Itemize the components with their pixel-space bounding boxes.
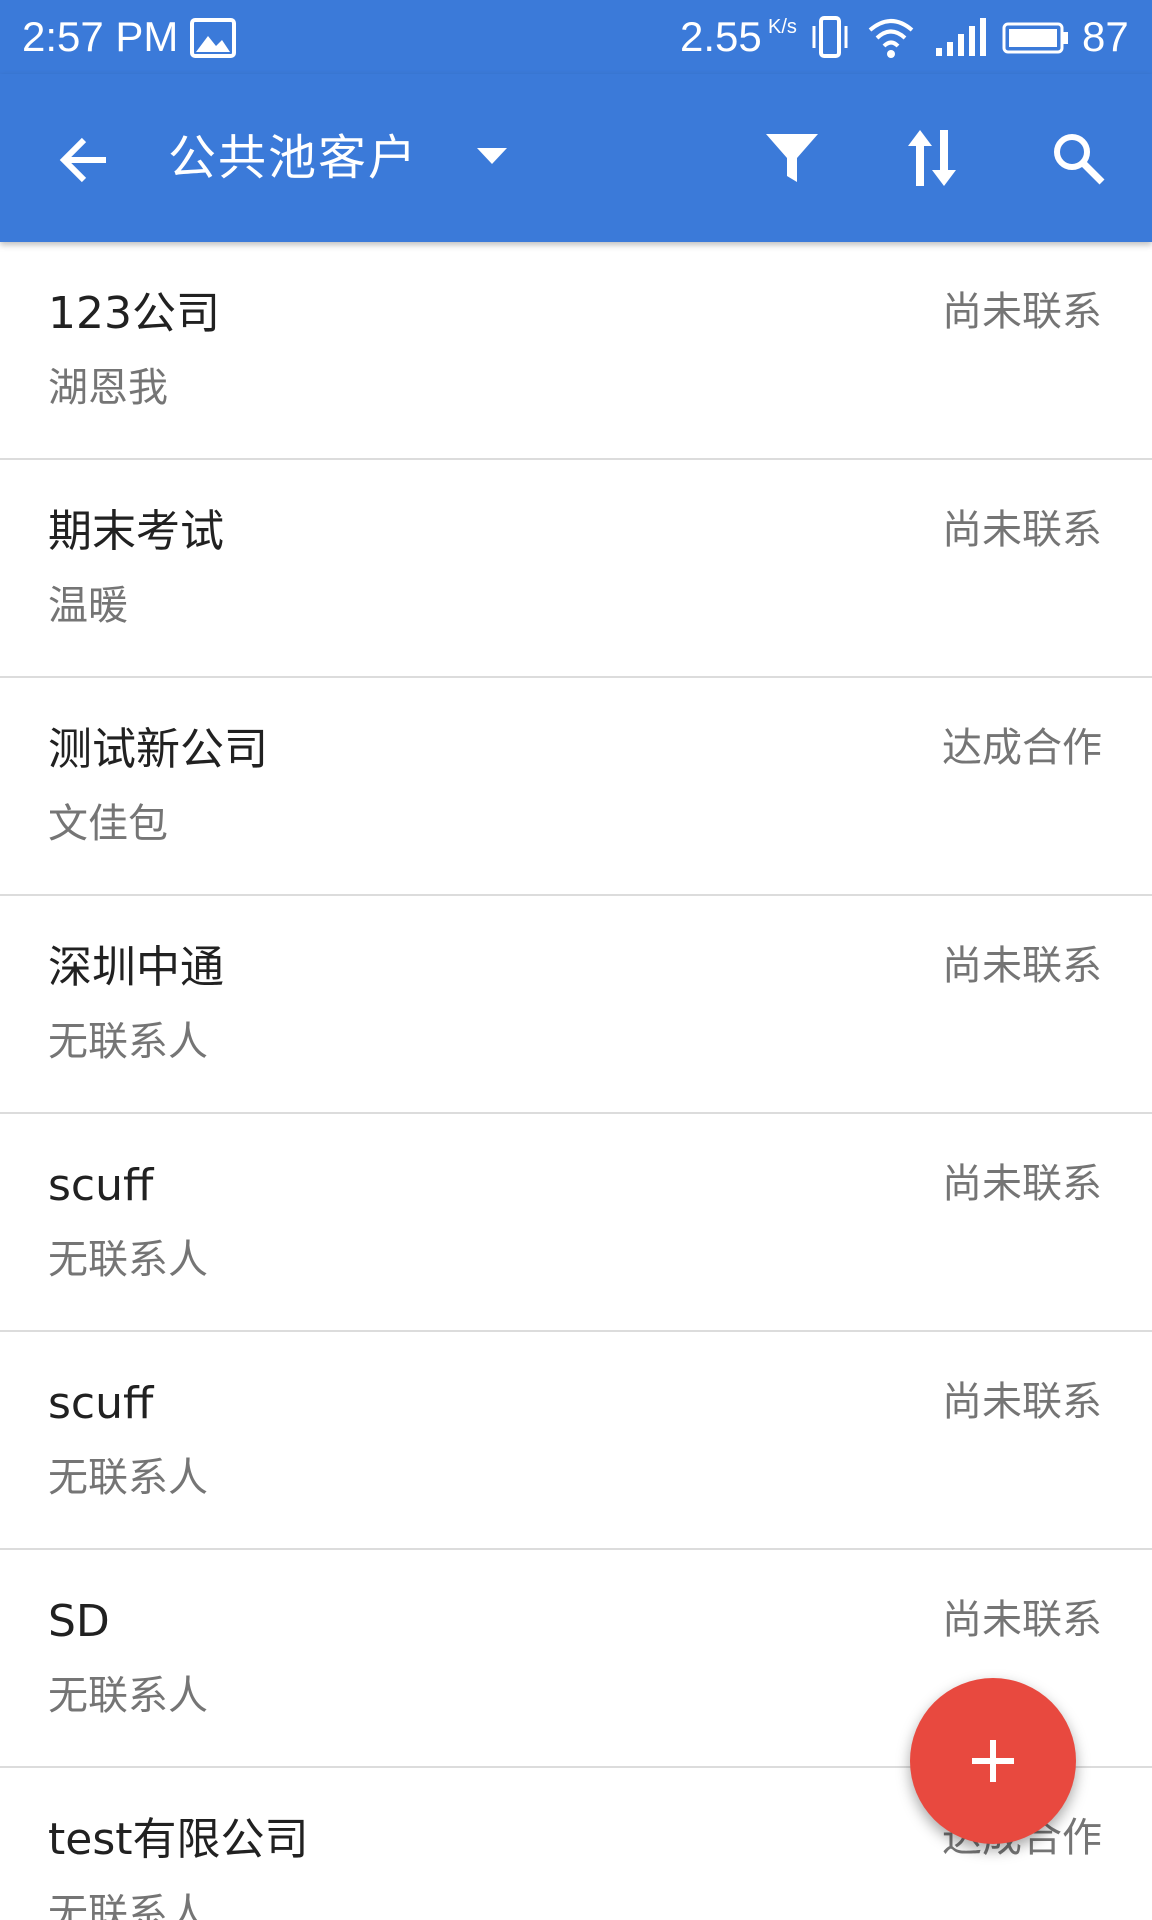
arrow-back-icon — [59, 137, 106, 183]
sort-icon — [908, 130, 956, 186]
wifi-icon — [868, 19, 914, 58]
customer-name: 测试新公司 — [48, 724, 268, 775]
customer-row[interactable]: 深圳中通 无联系人 尚未联系 — [0, 896, 1152, 1114]
customer-status: 尚未联系 — [942, 943, 1102, 989]
battery-icon — [1002, 22, 1068, 54]
search-button[interactable] — [1034, 114, 1122, 202]
image-icon — [190, 18, 236, 58]
customer-name: scuff — [48, 1160, 154, 1211]
customer-status: 达成合作 — [942, 725, 1102, 771]
customer-contact: 无联系人 — [48, 1891, 208, 1920]
customer-name: 期末考试 — [48, 506, 224, 557]
app-toolbar: 公共池客户 — [0, 74, 1152, 242]
customer-contact: 温暖 — [48, 583, 128, 629]
sort-button[interactable] — [890, 114, 978, 202]
back-button[interactable] — [38, 114, 130, 206]
filter-button[interactable] — [748, 114, 836, 202]
customer-contact: 无联系人 — [48, 1019, 208, 1065]
customer-row[interactable]: 123公司 湖恩我 尚未联系 — [0, 242, 1152, 460]
customer-contact: 湖恩我 — [48, 365, 168, 411]
vibrate-icon — [812, 16, 848, 58]
customer-contact: 无联系人 — [48, 1455, 208, 1501]
plus-icon — [972, 1740, 1014, 1782]
add-customer-button[interactable] — [910, 1678, 1076, 1844]
customer-row[interactable]: scuff 无联系人 尚未联系 — [0, 1332, 1152, 1550]
filter-icon — [766, 134, 818, 182]
signal-icon — [936, 18, 986, 56]
customer-status: 尚未联系 — [942, 289, 1102, 335]
customer-name: test有限公司 — [48, 1814, 309, 1865]
customer-contact: 文佳包 — [48, 801, 168, 847]
customer-name: 深圳中通 — [48, 942, 224, 993]
customer-list: 123公司 湖恩我 尚未联系 期末考试 温暖 尚未联系 测试新公司 文佳包 达成… — [0, 242, 1152, 1920]
customer-row[interactable]: scuff 无联系人 尚未联系 — [0, 1114, 1152, 1332]
search-icon — [1054, 134, 1105, 185]
customer-contact: 无联系人 — [48, 1673, 208, 1719]
customer-row[interactable]: 期末考试 温暖 尚未联系 — [0, 460, 1152, 678]
customer-contact: 无联系人 — [48, 1237, 208, 1283]
title-dropdown-button[interactable] — [462, 124, 522, 188]
status-net-speed-unit: K/s — [768, 16, 797, 38]
customer-pool-screen: 2:57 PM 2.55 K/s 87 公共池客户 123公司 湖恩我 尚未联系… — [0, 0, 1152, 1920]
page-title[interactable]: 公共池客户 — [168, 126, 418, 190]
status-battery-level: 87 — [1082, 13, 1129, 60]
customer-status: 尚未联系 — [942, 1597, 1102, 1643]
customer-name: scuff — [48, 1378, 154, 1429]
caret-down-icon — [477, 148, 507, 164]
customer-row[interactable]: 测试新公司 文佳包 达成合作 — [0, 678, 1152, 896]
status-net-speed: 2.55 — [680, 13, 762, 60]
customer-name: 123公司 — [48, 288, 220, 339]
customer-name: SD — [48, 1596, 110, 1647]
status-time: 2:57 PM — [22, 13, 179, 60]
customer-status: 尚未联系 — [942, 507, 1102, 553]
status-bar: 2:57 PM 2.55 K/s 87 — [0, 0, 1152, 74]
customer-status: 尚未联系 — [942, 1161, 1102, 1207]
customer-status: 尚未联系 — [942, 1379, 1102, 1425]
